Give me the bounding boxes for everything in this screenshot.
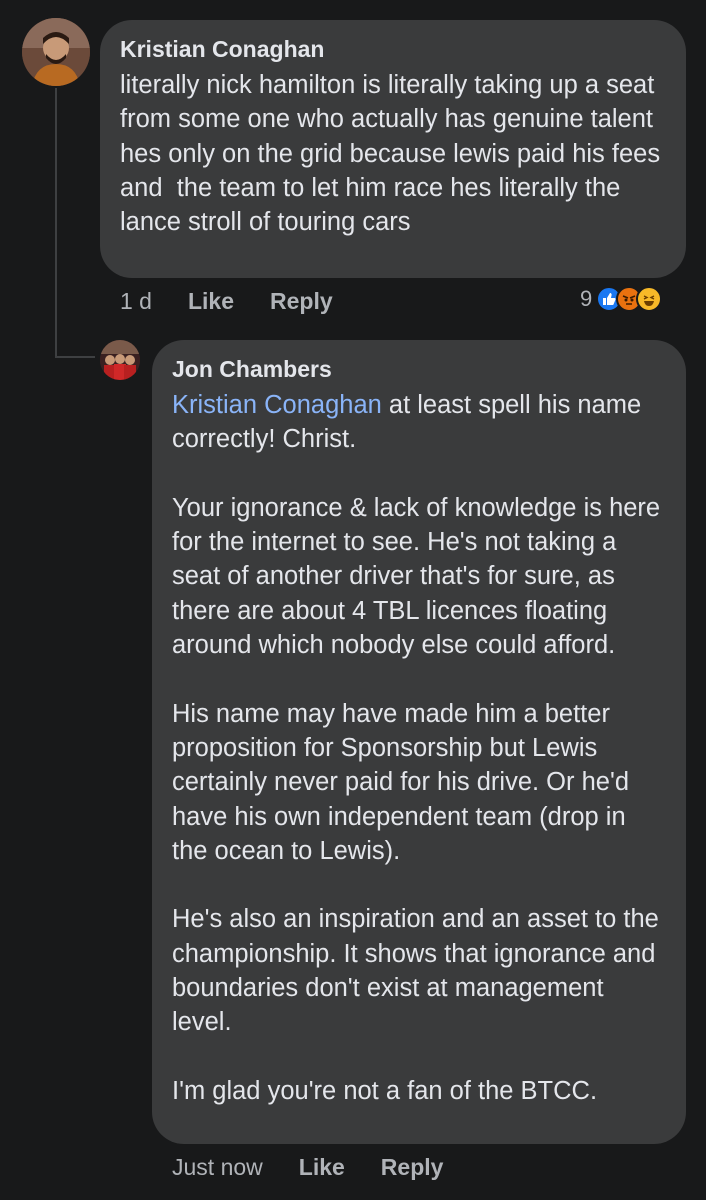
comment-timestamp[interactable]: 1 d <box>120 288 152 315</box>
comment-text: literally nick hamilton is literally tak… <box>120 71 668 237</box>
reaction-summary[interactable]: 9 <box>580 286 663 312</box>
comment-timestamp[interactable]: Just now <box>172 1154 263 1181</box>
reaction-count: 9 <box>580 286 593 311</box>
comment-author[interactable]: Kristian Conaghan <box>120 34 664 64</box>
profile-photo-icon <box>100 340 140 380</box>
like-button[interactable]: Like <box>299 1154 345 1181</box>
comment-actions: 1 d Like Reply <box>120 288 369 315</box>
avatar[interactable] <box>100 340 140 380</box>
mention-link[interactable]: Kristian Conaghan <box>172 391 382 419</box>
reply-button[interactable]: Reply <box>270 288 333 315</box>
thread-connector-vertical <box>55 88 57 358</box>
profile-photo-icon <box>22 18 90 86</box>
comment-body: at least spell his name correctly! Chris… <box>172 391 661 1105</box>
reply-button[interactable]: Reply <box>381 1154 444 1181</box>
comment-bubble: Jon Chambers Kristian Conaghan at least … <box>152 340 686 1144</box>
haha-icon <box>636 286 663 312</box>
like-button[interactable]: Like <box>188 288 234 315</box>
comment-author[interactable]: Jon Chambers <box>172 354 666 384</box>
comment-text: Kristian Conaghan at least spell his nam… <box>172 388 666 1108</box>
comment-bubble: Kristian Conaghan literally nick hamilto… <box>100 20 686 278</box>
avatar[interactable] <box>22 18 90 86</box>
comment-actions: Just now Like Reply <box>172 1154 479 1181</box>
thread-connector-horizontal <box>55 356 95 358</box>
